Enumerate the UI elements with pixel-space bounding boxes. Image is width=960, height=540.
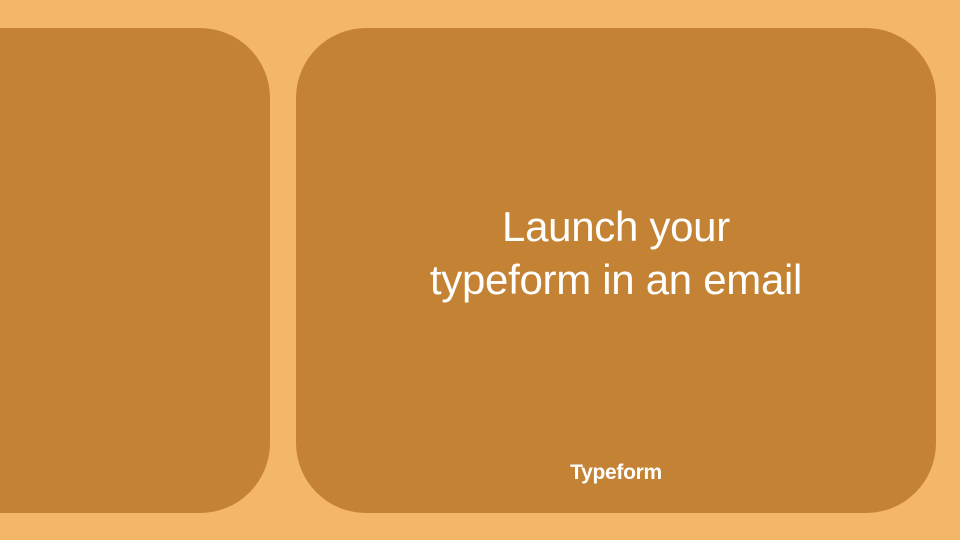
headline-line-1: Launch your	[502, 203, 730, 250]
decorative-panel-left	[0, 28, 270, 513]
brand-logo-text: Typeform	[296, 461, 936, 485]
slide-headline: Launch your typeform in an email	[430, 201, 802, 306]
headline-line-2: typeform in an email	[430, 256, 802, 303]
slide-panel-main: Launch your typeform in an email Typefor…	[296, 28, 936, 513]
